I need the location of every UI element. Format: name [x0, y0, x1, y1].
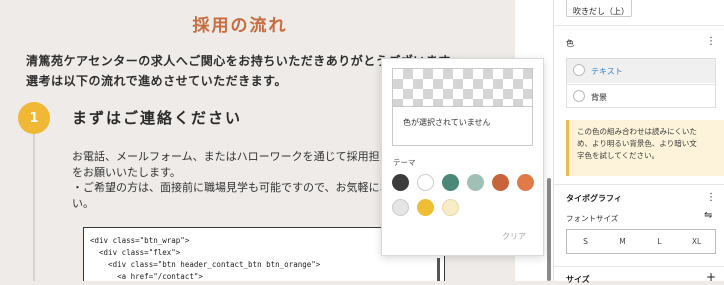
color-settings-group: テキスト 背景	[566, 58, 716, 108]
text-color-item[interactable]: テキスト	[567, 59, 715, 83]
custom-size-sliders-icon[interactable]: ⇋	[704, 211, 712, 221]
swatch-green[interactable]	[442, 174, 459, 191]
color-picker-popover: 色が選択されていません テーマ クリア	[381, 58, 544, 256]
contrast-warning-notice: この色の組み合わせは読みにくいた め、より明るい背景色、より暗い文 字色を試して…	[566, 120, 724, 176]
more-options-icon[interactable]: ⋮	[706, 37, 716, 47]
color-indicator-icon	[573, 64, 585, 76]
swatch-orange[interactable]	[517, 174, 534, 191]
editor-scrollbar[interactable]	[547, 178, 551, 281]
text-color-label: テキスト	[591, 67, 623, 76]
font-size-s-option[interactable]: S	[567, 230, 604, 253]
font-size-toggle-group: S M L XL	[566, 229, 716, 254]
font-size-m-option[interactable]: M	[604, 230, 641, 253]
sidebar-divider	[554, 266, 724, 267]
theme-palette-label: テーマ	[393, 158, 416, 167]
balloon-style-button[interactable]: 吹きだし（上）	[566, 0, 632, 17]
no-color-selected-text: 色が選択されていません	[392, 106, 533, 146]
swatch-cream[interactable]	[442, 199, 459, 216]
swatch-dark-gray[interactable]	[392, 174, 409, 191]
swatch-light-gray[interactable]	[392, 199, 409, 216]
sidebar-divider	[554, 25, 724, 26]
color-indicator-icon	[573, 90, 585, 102]
step-number-badge: 1	[18, 102, 50, 134]
typography-section-title: タイポグラフィ	[566, 194, 622, 203]
background-color-item[interactable]: 背景	[567, 84, 715, 108]
sidebar-divider	[554, 184, 724, 185]
swatch-rust[interactable]	[492, 174, 509, 191]
clear-color-button[interactable]: クリア	[502, 231, 526, 242]
step-connector-line	[33, 133, 35, 281]
block-settings-sidebar: 吹きだし（上） 色 ⋮ テキスト 背景 この色の組み合わせは読みにくいた め、よ…	[553, 0, 724, 284]
swatch-white[interactable]	[417, 174, 434, 191]
page-title: 採用の流れ	[192, 16, 288, 36]
swatch-sage[interactable]	[467, 174, 484, 191]
background-color-label: 背景	[591, 93, 607, 102]
font-size-label: フォントサイズ	[566, 214, 619, 223]
code-block-scrollbar[interactable]	[437, 258, 440, 281]
more-options-icon[interactable]: ⋮	[706, 193, 716, 203]
swatch-yellow[interactable]	[417, 199, 434, 216]
size-section-title: サイズ	[566, 275, 590, 284]
font-size-l-option[interactable]: L	[641, 230, 678, 253]
color-section-title: 色	[566, 39, 574, 48]
font-size-xl-option[interactable]: XL	[678, 230, 715, 253]
step-title[interactable]: まずはご連絡ください	[72, 107, 242, 128]
color-preview-transparent[interactable]	[392, 68, 533, 107]
